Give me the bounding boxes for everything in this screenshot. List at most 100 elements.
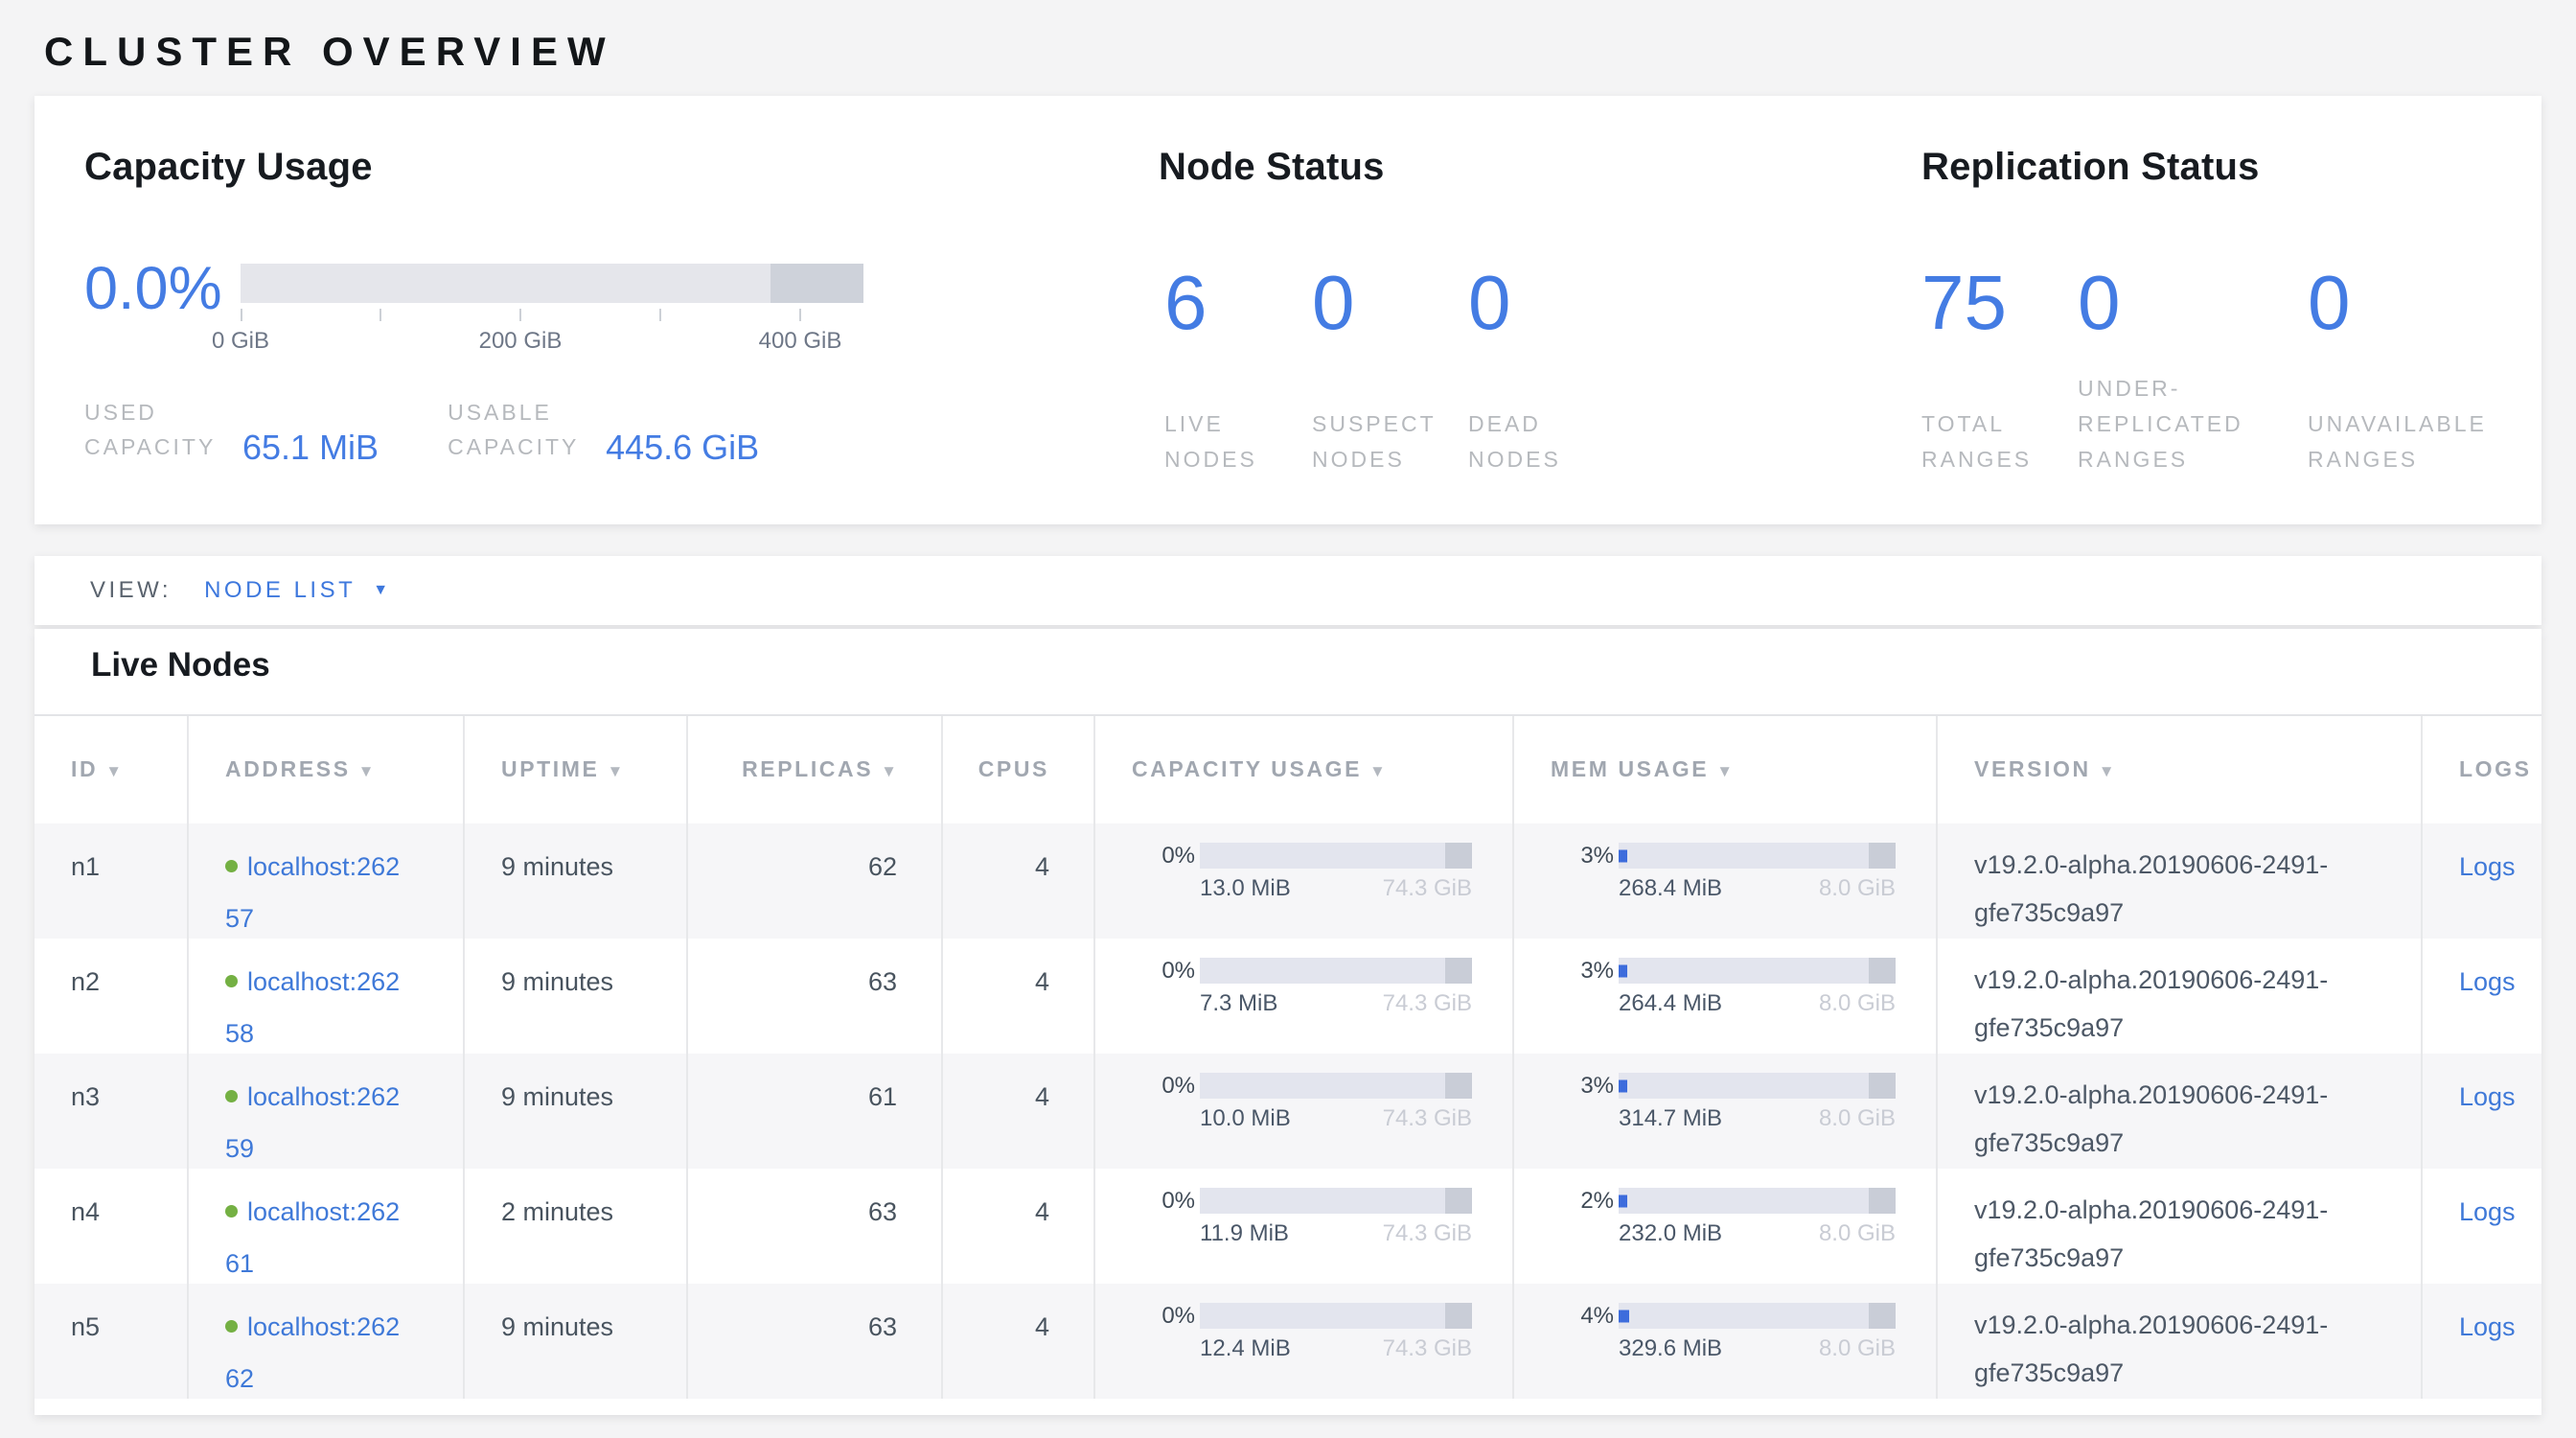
usage-total-value: 8.0 GiB bbox=[1819, 1221, 1896, 1246]
usage-bar-end-segment bbox=[1445, 843, 1472, 869]
node-version-cell: v19.2.0-alpha.20190606-2491-gfe735c9a97 bbox=[1938, 939, 2423, 1054]
view-selector-bar: VIEW: NODE LIST ▼ bbox=[34, 556, 2542, 625]
usage-bar-track bbox=[1619, 1303, 1896, 1329]
node-live-dot bbox=[225, 860, 238, 872]
node-capacity-usage-cell: 0% 11.9 MiB 74.3 GiB bbox=[1095, 1169, 1514, 1284]
usage-used-value: 314.7 MiB bbox=[1619, 1106, 1722, 1131]
tick-label-200: 200 GiB bbox=[479, 328, 563, 355]
node-cpus-cell: 4 bbox=[943, 823, 1095, 939]
summary-stat: 0 SUSPECT NODES bbox=[1312, 264, 1468, 477]
column-header-logs: LOGS bbox=[2423, 716, 2542, 823]
usage-percent-label: 3% bbox=[1514, 843, 1614, 869]
logs-link[interactable]: Logs bbox=[2459, 1197, 2516, 1226]
view-label: VIEW: bbox=[90, 577, 172, 604]
usage-bar-end-segment bbox=[1869, 843, 1896, 869]
sort-desc-icon: ▼ bbox=[105, 762, 122, 780]
usage-bar-end-segment bbox=[1869, 1303, 1896, 1329]
view-selector[interactable]: NODE LIST bbox=[204, 577, 356, 604]
stat-label: UNDER-REPLICATED RANGES bbox=[2078, 371, 2243, 477]
node-row-n1: n1localhost:262579 minutes624 0% 13.0 Mi… bbox=[34, 823, 2542, 939]
used-capacity-metric: USED CAPACITY 65.1 MiB bbox=[84, 395, 379, 464]
node-uptime-cell: 9 minutes bbox=[465, 939, 688, 1054]
capacity-usage-title: Capacity Usage bbox=[84, 146, 373, 189]
node-address-link[interactable]: localhost:26261 bbox=[225, 1197, 400, 1278]
summary-stat: 0 UNDER-REPLICATED RANGES bbox=[2078, 264, 2308, 477]
used-capacity-label: USED CAPACITY bbox=[84, 395, 228, 464]
usable-capacity-value: 445.6 GiB bbox=[606, 428, 759, 468]
usage-bar-end-segment bbox=[1869, 1073, 1896, 1099]
logs-link[interactable]: Logs bbox=[2459, 852, 2516, 881]
stat-value: 75 bbox=[1921, 264, 2078, 342]
node-address-link[interactable]: localhost:26258 bbox=[225, 967, 400, 1048]
usage-bar-end-segment bbox=[1445, 958, 1472, 984]
node-replicas-cell: 62 bbox=[688, 823, 943, 939]
node-address-cell: localhost:26262 bbox=[189, 1284, 465, 1399]
usage-bar-end-segment bbox=[1445, 1073, 1472, 1099]
column-label: ID bbox=[71, 756, 98, 781]
node-logs-cell: Logs bbox=[2423, 1284, 2542, 1399]
usage-total-value: 8.0 GiB bbox=[1819, 991, 1896, 1016]
sort-desc-icon: ▼ bbox=[1716, 762, 1733, 780]
node-id-cell: n3 bbox=[34, 1054, 189, 1169]
column-header-uptime[interactable]: UPTIME▼ bbox=[465, 716, 688, 823]
node-replicas-cell: 63 bbox=[688, 939, 943, 1054]
usage-percent-label: 0% bbox=[1095, 1073, 1195, 1099]
capacity-usage-chart: 0 GiB 200 GiB 400 GiB bbox=[241, 264, 863, 357]
node-version-cell: v19.2.0-alpha.20190606-2491-gfe735c9a97 bbox=[1938, 1054, 2423, 1169]
node-live-dot bbox=[225, 1205, 238, 1218]
usage-bar-track bbox=[1200, 843, 1472, 869]
node-address-cell: localhost:26259 bbox=[189, 1054, 465, 1169]
node-capacity-usage-cell: 0% 7.3 MiB 74.3 GiB bbox=[1095, 939, 1514, 1054]
column-header-mem-usage[interactable]: MEM USAGE▼ bbox=[1514, 716, 1938, 823]
usage-used-value: 13.0 MiB bbox=[1200, 876, 1291, 901]
column-header-address[interactable]: ADDRESS▼ bbox=[189, 716, 465, 823]
usage-percent-label: 0% bbox=[1095, 958, 1195, 984]
usage-bar-metric: 0% 12.4 MiB 74.3 GiB bbox=[1095, 1303, 1472, 1361]
node-version-cell: v19.2.0-alpha.20190606-2491-gfe735c9a97 bbox=[1938, 1284, 2423, 1399]
column-header-capacity-usage[interactable]: CAPACITY USAGE▼ bbox=[1095, 716, 1514, 823]
usage-bar-metric: 0% 13.0 MiB 74.3 GiB bbox=[1095, 843, 1472, 901]
node-status-title: Node Status bbox=[1159, 146, 1385, 189]
stat-label: UNAVAILABLE RANGES bbox=[2308, 406, 2487, 477]
column-header-version[interactable]: VERSION▼ bbox=[1938, 716, 2423, 823]
usage-percent-label: 2% bbox=[1514, 1188, 1614, 1214]
usage-total-value: 74.3 GiB bbox=[1383, 1106, 1472, 1131]
usage-total-value: 74.3 GiB bbox=[1383, 1221, 1472, 1246]
usage-bar-track bbox=[1619, 843, 1896, 869]
node-live-dot bbox=[225, 975, 238, 987]
usable-capacity-label: USABLE CAPACITY bbox=[448, 395, 601, 464]
usage-bar-track bbox=[1200, 1073, 1472, 1099]
node-mem-usage-cell: 4% 329.6 MiB 8.0 GiB bbox=[1514, 1284, 1938, 1399]
dropdown-caret-icon[interactable]: ▼ bbox=[373, 582, 388, 599]
column-label: LOGS bbox=[2459, 756, 2532, 781]
node-uptime-cell: 9 minutes bbox=[465, 823, 688, 939]
used-capacity-value: 65.1 MiB bbox=[242, 428, 379, 468]
usable-capacity-metric: USABLE CAPACITY 445.6 GiB bbox=[448, 395, 759, 464]
logs-link[interactable]: Logs bbox=[2459, 967, 2516, 996]
node-address-link[interactable]: localhost:26257 bbox=[225, 852, 400, 933]
column-label: UPTIME bbox=[501, 756, 600, 781]
node-row-n4: n4localhost:262612 minutes634 0% 11.9 Mi… bbox=[34, 1169, 2542, 1284]
usage-bar-track bbox=[1619, 1073, 1896, 1099]
usage-bar-fill bbox=[1619, 964, 1627, 977]
node-address-link[interactable]: localhost:26262 bbox=[225, 1312, 400, 1393]
usage-used-value: 11.9 MiB bbox=[1200, 1221, 1289, 1246]
usage-bar-metric: 0% 10.0 MiB 74.3 GiB bbox=[1095, 1073, 1472, 1131]
node-replicas-cell: 63 bbox=[688, 1284, 943, 1399]
usage-used-value: 12.4 MiB bbox=[1200, 1336, 1291, 1361]
node-row-n5: n5localhost:262629 minutes634 0% 12.4 Mi… bbox=[34, 1284, 2542, 1399]
usage-bar-metric: 3% 264.4 MiB 8.0 GiB bbox=[1514, 958, 1896, 1016]
column-header-id[interactable]: ID ▼ bbox=[34, 716, 189, 823]
replication-status-title: Replication Status bbox=[1921, 146, 2260, 189]
node-id-cell: n5 bbox=[34, 1284, 189, 1399]
logs-link[interactable]: Logs bbox=[2459, 1082, 2516, 1111]
logs-link[interactable]: Logs bbox=[2459, 1312, 2516, 1341]
live-nodes-card: Live Nodes ID▼ADDRESS▼UPTIME▼REPLICAS▼CP… bbox=[34, 629, 2542, 1415]
stat-label: DEAD NODES bbox=[1468, 406, 1561, 477]
node-address-link[interactable]: localhost:26259 bbox=[225, 1082, 400, 1163]
node-cpus-cell: 4 bbox=[943, 1284, 1095, 1399]
column-header-replicas[interactable]: REPLICAS▼ bbox=[688, 716, 943, 823]
usage-total-value: 74.3 GiB bbox=[1383, 991, 1472, 1016]
stat-value: 0 bbox=[1312, 264, 1468, 342]
usage-used-value: 7.3 MiB bbox=[1200, 991, 1277, 1016]
